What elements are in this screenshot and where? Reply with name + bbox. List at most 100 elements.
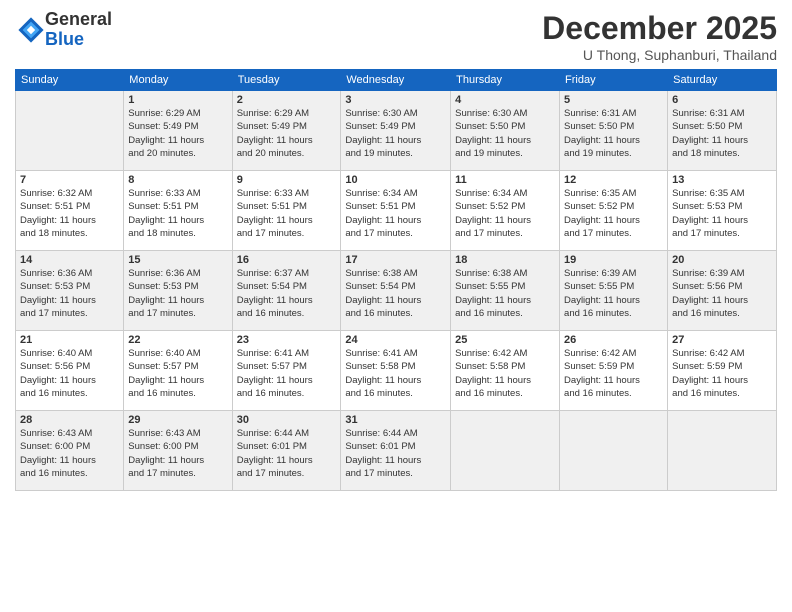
day-info: Sunrise: 6:34 AMSunset: 5:52 PMDaylight:… — [455, 187, 555, 240]
day-info: Sunrise: 6:41 AMSunset: 5:57 PMDaylight:… — [237, 347, 337, 400]
header-sunday: Sunday — [16, 70, 124, 91]
day-number: 13 — [672, 174, 772, 186]
day-number: 9 — [237, 174, 337, 186]
day-number: 7 — [20, 174, 119, 186]
table-row: 13Sunrise: 6:35 AMSunset: 5:53 PMDayligh… — [668, 171, 777, 251]
day-info: Sunrise: 6:31 AMSunset: 5:50 PMDaylight:… — [564, 107, 663, 160]
table-row: 30Sunrise: 6:44 AMSunset: 6:01 PMDayligh… — [232, 411, 341, 491]
calendar-week-row: 21Sunrise: 6:40 AMSunset: 5:56 PMDayligh… — [16, 331, 777, 411]
day-info: Sunrise: 6:36 AMSunset: 5:53 PMDaylight:… — [20, 267, 119, 320]
day-info: Sunrise: 6:42 AMSunset: 5:59 PMDaylight:… — [564, 347, 663, 400]
day-number: 30 — [237, 414, 337, 426]
day-number: 6 — [672, 94, 772, 106]
table-row — [451, 411, 560, 491]
page: General Blue December 2025 U Thong, Suph… — [0, 0, 792, 612]
logo-blue: Blue — [45, 29, 84, 49]
day-info: Sunrise: 6:39 AMSunset: 5:56 PMDaylight:… — [672, 267, 772, 320]
day-number: 28 — [20, 414, 119, 426]
day-number: 8 — [128, 174, 227, 186]
day-info: Sunrise: 6:40 AMSunset: 5:56 PMDaylight:… — [20, 347, 119, 400]
day-info: Sunrise: 6:44 AMSunset: 6:01 PMDaylight:… — [345, 427, 446, 480]
calendar-week-row: 7Sunrise: 6:32 AMSunset: 5:51 PMDaylight… — [16, 171, 777, 251]
day-info: Sunrise: 6:35 AMSunset: 5:52 PMDaylight:… — [564, 187, 663, 240]
day-info: Sunrise: 6:42 AMSunset: 5:59 PMDaylight:… — [672, 347, 772, 400]
day-number: 10 — [345, 174, 446, 186]
day-number: 31 — [345, 414, 446, 426]
day-number: 3 — [345, 94, 446, 106]
table-row: 29Sunrise: 6:43 AMSunset: 6:00 PMDayligh… — [124, 411, 232, 491]
table-row: 7Sunrise: 6:32 AMSunset: 5:51 PMDaylight… — [16, 171, 124, 251]
day-number: 25 — [455, 334, 555, 346]
day-number: 21 — [20, 334, 119, 346]
table-row: 31Sunrise: 6:44 AMSunset: 6:01 PMDayligh… — [341, 411, 451, 491]
title-section: December 2025 U Thong, Suphanburi, Thail… — [542, 10, 777, 63]
logo: General Blue — [15, 10, 112, 50]
table-row: 19Sunrise: 6:39 AMSunset: 5:55 PMDayligh… — [560, 251, 668, 331]
day-number: 20 — [672, 254, 772, 266]
day-info: Sunrise: 6:33 AMSunset: 5:51 PMDaylight:… — [128, 187, 227, 240]
day-info: Sunrise: 6:39 AMSunset: 5:55 PMDaylight:… — [564, 267, 663, 320]
day-info: Sunrise: 6:43 AMSunset: 6:00 PMDaylight:… — [20, 427, 119, 480]
day-number: 16 — [237, 254, 337, 266]
table-row: 3Sunrise: 6:30 AMSunset: 5:49 PMDaylight… — [341, 91, 451, 171]
logo-icon — [17, 16, 45, 44]
day-number: 14 — [20, 254, 119, 266]
day-info: Sunrise: 6:29 AMSunset: 5:49 PMDaylight:… — [128, 107, 227, 160]
day-info: Sunrise: 6:32 AMSunset: 5:51 PMDaylight:… — [20, 187, 119, 240]
day-info: Sunrise: 6:37 AMSunset: 5:54 PMDaylight:… — [237, 267, 337, 320]
table-row: 22Sunrise: 6:40 AMSunset: 5:57 PMDayligh… — [124, 331, 232, 411]
day-info: Sunrise: 6:33 AMSunset: 5:51 PMDaylight:… — [237, 187, 337, 240]
table-row: 17Sunrise: 6:38 AMSunset: 5:54 PMDayligh… — [341, 251, 451, 331]
table-row: 26Sunrise: 6:42 AMSunset: 5:59 PMDayligh… — [560, 331, 668, 411]
table-row — [668, 411, 777, 491]
table-row: 20Sunrise: 6:39 AMSunset: 5:56 PMDayligh… — [668, 251, 777, 331]
header-friday: Friday — [560, 70, 668, 91]
day-info: Sunrise: 6:38 AMSunset: 5:55 PMDaylight:… — [455, 267, 555, 320]
header-wednesday: Wednesday — [341, 70, 451, 91]
table-row: 1Sunrise: 6:29 AMSunset: 5:49 PMDaylight… — [124, 91, 232, 171]
day-number: 18 — [455, 254, 555, 266]
table-row: 2Sunrise: 6:29 AMSunset: 5:49 PMDaylight… — [232, 91, 341, 171]
day-number: 22 — [128, 334, 227, 346]
header-saturday: Saturday — [668, 70, 777, 91]
day-number: 1 — [128, 94, 227, 106]
day-info: Sunrise: 6:41 AMSunset: 5:58 PMDaylight:… — [345, 347, 446, 400]
table-row: 28Sunrise: 6:43 AMSunset: 6:00 PMDayligh… — [16, 411, 124, 491]
day-number: 23 — [237, 334, 337, 346]
table-row: 24Sunrise: 6:41 AMSunset: 5:58 PMDayligh… — [341, 331, 451, 411]
day-info: Sunrise: 6:29 AMSunset: 5:49 PMDaylight:… — [237, 107, 337, 160]
table-row: 23Sunrise: 6:41 AMSunset: 5:57 PMDayligh… — [232, 331, 341, 411]
day-number: 27 — [672, 334, 772, 346]
table-row — [16, 91, 124, 171]
day-number: 29 — [128, 414, 227, 426]
table-row: 18Sunrise: 6:38 AMSunset: 5:55 PMDayligh… — [451, 251, 560, 331]
table-row: 16Sunrise: 6:37 AMSunset: 5:54 PMDayligh… — [232, 251, 341, 331]
calendar-week-row: 1Sunrise: 6:29 AMSunset: 5:49 PMDaylight… — [16, 91, 777, 171]
table-row: 15Sunrise: 6:36 AMSunset: 5:53 PMDayligh… — [124, 251, 232, 331]
day-info: Sunrise: 6:34 AMSunset: 5:51 PMDaylight:… — [345, 187, 446, 240]
day-number: 11 — [455, 174, 555, 186]
day-info: Sunrise: 6:38 AMSunset: 5:54 PMDaylight:… — [345, 267, 446, 320]
table-row: 4Sunrise: 6:30 AMSunset: 5:50 PMDaylight… — [451, 91, 560, 171]
day-info: Sunrise: 6:31 AMSunset: 5:50 PMDaylight:… — [672, 107, 772, 160]
calendar-week-row: 28Sunrise: 6:43 AMSunset: 6:00 PMDayligh… — [16, 411, 777, 491]
logo-general: General — [45, 9, 112, 29]
day-number: 19 — [564, 254, 663, 266]
day-info: Sunrise: 6:40 AMSunset: 5:57 PMDaylight:… — [128, 347, 227, 400]
day-number: 4 — [455, 94, 555, 106]
day-info: Sunrise: 6:35 AMSunset: 5:53 PMDaylight:… — [672, 187, 772, 240]
month-title: December 2025 — [542, 10, 777, 47]
day-number: 15 — [128, 254, 227, 266]
table-row: 9Sunrise: 6:33 AMSunset: 5:51 PMDaylight… — [232, 171, 341, 251]
logo-text: General Blue — [45, 10, 112, 50]
day-number: 5 — [564, 94, 663, 106]
weekday-header-row: Sunday Monday Tuesday Wednesday Thursday… — [16, 70, 777, 91]
table-row: 11Sunrise: 6:34 AMSunset: 5:52 PMDayligh… — [451, 171, 560, 251]
table-row: 12Sunrise: 6:35 AMSunset: 5:52 PMDayligh… — [560, 171, 668, 251]
day-info: Sunrise: 6:43 AMSunset: 6:00 PMDaylight:… — [128, 427, 227, 480]
table-row: 25Sunrise: 6:42 AMSunset: 5:58 PMDayligh… — [451, 331, 560, 411]
table-row: 27Sunrise: 6:42 AMSunset: 5:59 PMDayligh… — [668, 331, 777, 411]
location: U Thong, Suphanburi, Thailand — [542, 47, 777, 63]
day-info: Sunrise: 6:36 AMSunset: 5:53 PMDaylight:… — [128, 267, 227, 320]
day-number: 2 — [237, 94, 337, 106]
